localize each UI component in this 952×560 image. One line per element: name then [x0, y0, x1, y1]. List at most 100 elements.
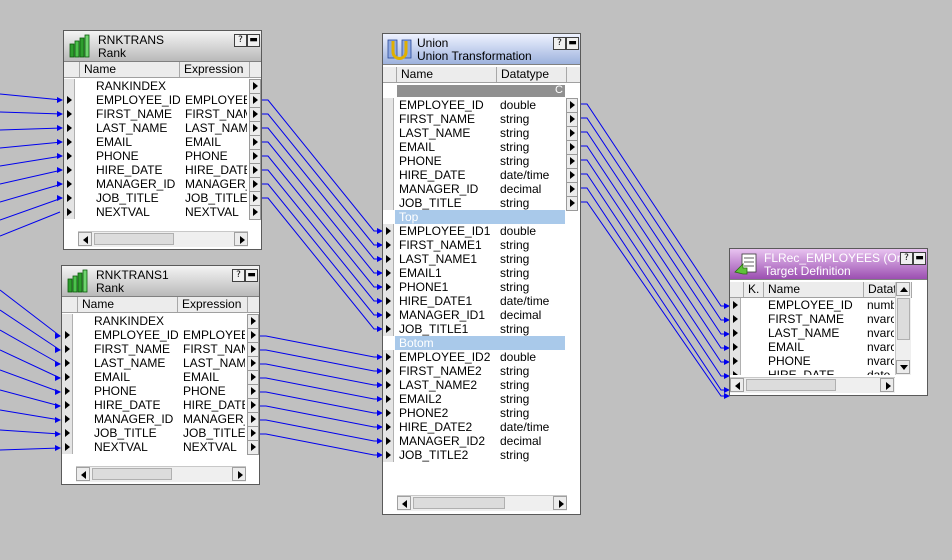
incoming-link-line[interactable]	[0, 169, 63, 185]
input-port-row[interactable]: LAST_NAME1 string	[383, 252, 580, 266]
horizontal-scrollbar[interactable]	[397, 495, 567, 511]
scroll-right-button[interactable]	[232, 467, 246, 481]
row-selector[interactable]	[383, 182, 394, 196]
row-selector[interactable]	[64, 177, 75, 191]
input-port-row[interactable]: FIRST_NAME1 string	[383, 238, 580, 252]
row-selector[interactable]	[62, 398, 73, 412]
rank1-to-union-bottom-link[interactable]	[258, 419, 382, 442]
rnktrans1-titlebar[interactable]: RNKTRANS1 Rank ? ▬	[62, 266, 259, 297]
target-column-row[interactable]: LAST_NAME nvarc	[730, 326, 894, 340]
scroll-thumb[interactable]	[897, 298, 910, 340]
row-selector[interactable]	[383, 378, 394, 392]
union-titlebar[interactable]: Union Union Transformation ? ▬	[383, 34, 580, 65]
row-selector[interactable]	[62, 342, 73, 356]
target-column-row[interactable]: FIRST_NAME nvarc	[730, 312, 894, 326]
output-port-row[interactable]: LAST_NAME string	[383, 126, 580, 141]
incoming-link-line[interactable]	[0, 155, 63, 167]
output-port-button[interactable]	[249, 205, 261, 220]
union-to-target-link[interactable]	[579, 201, 729, 397]
port-row[interactable]: PHONE PHONE	[64, 149, 261, 164]
port-row[interactable]: EMPLOYEE_ID EMPLOYEE_	[64, 93, 261, 108]
output-port-button[interactable]	[566, 182, 578, 197]
row-selector[interactable]	[64, 135, 75, 149]
port-row[interactable]: MANAGER_ID MANAGER_	[64, 177, 261, 192]
scroll-left-button[interactable]	[78, 232, 92, 246]
row-selector[interactable]	[64, 205, 75, 219]
row-selector[interactable]	[62, 328, 73, 342]
output-port-button[interactable]	[247, 412, 259, 427]
union-to-target-link[interactable]	[579, 103, 729, 307]
row-selector[interactable]	[64, 107, 75, 121]
rnktrans1-window[interactable]: RNKTRANS1 Rank ? ▬ Name Expression RANKI…	[61, 265, 260, 485]
incoming-link-line[interactable]	[0, 369, 61, 393]
row-selector[interactable]	[383, 434, 394, 448]
row-selector[interactable]	[62, 426, 73, 440]
union-to-target-link[interactable]	[579, 173, 729, 377]
help-button[interactable]: ?	[232, 269, 245, 282]
row-selector[interactable]	[383, 238, 394, 252]
scroll-left-button[interactable]	[397, 496, 411, 510]
row-selector[interactable]	[730, 298, 741, 312]
col-expression-header[interactable]: Expression	[180, 62, 250, 77]
row-selector[interactable]	[383, 280, 394, 294]
output-port-button[interactable]	[247, 342, 259, 357]
scroll-thumb[interactable]	[413, 497, 505, 509]
col-name-header[interactable]: Name	[397, 67, 497, 82]
port-row[interactable]: NEXTVAL NEXTVAL	[62, 440, 259, 455]
input-port-row[interactable]: EMPLOYEE_ID2 double	[383, 350, 580, 364]
input-port-row[interactable]: EMPLOYEE_ID1 double	[383, 224, 580, 238]
help-button[interactable]: ?	[234, 34, 247, 47]
rank-to-union-top-link[interactable]	[260, 141, 382, 274]
row-selector[interactable]	[383, 406, 394, 420]
target-titlebar[interactable]: FLRec_EMPLOYEES (Or... Target Definition…	[730, 249, 927, 280]
scroll-thumb[interactable]	[746, 379, 836, 391]
port-row[interactable]: EMAIL EMAIL	[62, 370, 259, 385]
output-port-button[interactable]	[566, 154, 578, 169]
row-selector[interactable]	[383, 196, 394, 210]
row-selector[interactable]	[383, 392, 394, 406]
port-row[interactable]: HIRE_DATE HIRE_DATE	[64, 163, 261, 178]
rank1-to-union-bottom-link[interactable]	[258, 349, 382, 372]
row-selector[interactable]	[64, 93, 75, 107]
col-key-header[interactable]: K.	[744, 282, 764, 297]
row-selector[interactable]	[383, 112, 394, 126]
incoming-link-line[interactable]	[0, 329, 61, 365]
rank1-to-union-bottom-link[interactable]	[258, 377, 382, 400]
horizontal-scrollbar[interactable]	[78, 231, 248, 247]
group-header[interactable]: Botom	[395, 336, 565, 350]
union-to-target-link[interactable]	[579, 145, 729, 349]
output-port-button[interactable]	[249, 107, 261, 122]
port-row[interactable]: RANKINDEX	[64, 79, 261, 94]
input-port-row[interactable]: PHONE2 string	[383, 406, 580, 420]
col-name-header[interactable]: Name	[764, 282, 864, 297]
row-selector[interactable]	[383, 126, 394, 140]
row-selector[interactable]	[62, 384, 73, 398]
output-port-button[interactable]	[247, 440, 259, 455]
scroll-up-button[interactable]	[896, 282, 910, 296]
incoming-link-line[interactable]	[0, 197, 63, 221]
incoming-link-line[interactable]	[0, 389, 61, 407]
scroll-thumb[interactable]	[94, 233, 174, 245]
minimize-button[interactable]: ▬	[566, 37, 579, 50]
output-port-button[interactable]	[247, 314, 259, 329]
row-selector[interactable]	[383, 294, 394, 308]
rank-to-union-top-link[interactable]	[260, 197, 382, 330]
row-selector[interactable]	[62, 440, 73, 454]
output-port-button[interactable]	[249, 135, 261, 150]
input-port-row[interactable]: LAST_NAME2 string	[383, 378, 580, 392]
output-port-button[interactable]	[247, 356, 259, 371]
target-column-row[interactable]: PHONE nvarc	[730, 354, 894, 368]
output-port-button[interactable]	[566, 98, 578, 113]
rank-to-union-top-link[interactable]	[260, 99, 382, 232]
minimize-button[interactable]: ▬	[913, 252, 926, 265]
row-selector[interactable]	[383, 252, 394, 266]
output-port-button[interactable]	[249, 149, 261, 164]
input-port-row[interactable]: JOB_TITLE2 string	[383, 448, 580, 462]
output-port-button[interactable]	[249, 177, 261, 192]
output-port-button[interactable]	[566, 196, 578, 211]
port-row[interactable]: FIRST_NAME FIRST_NAM	[64, 107, 261, 122]
rank-to-union-top-link[interactable]	[260, 183, 382, 316]
scroll-left-button[interactable]	[76, 467, 90, 481]
output-port-row[interactable]: PHONE string	[383, 154, 580, 169]
union-to-target-link[interactable]	[579, 159, 729, 363]
